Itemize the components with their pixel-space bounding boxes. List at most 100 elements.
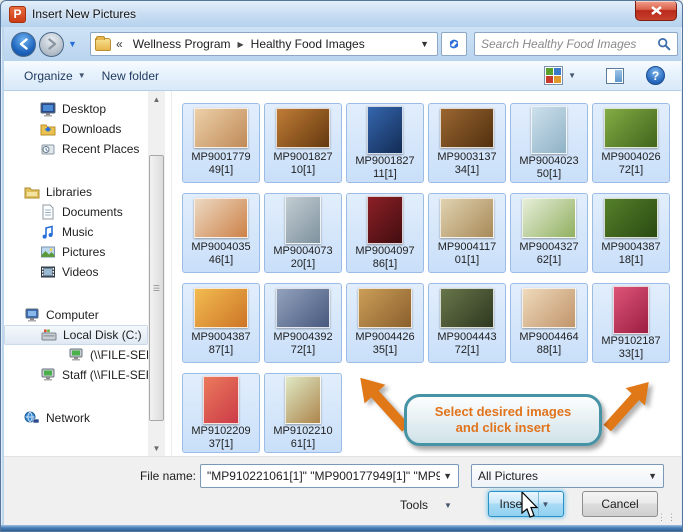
callout-line1: Select desired images bbox=[435, 404, 572, 420]
computer-icon bbox=[24, 307, 40, 323]
scroll-up-icon[interactable]: ▲ bbox=[148, 91, 165, 107]
search-icon[interactable] bbox=[657, 37, 671, 51]
sidebar-item-label: Downloads bbox=[62, 122, 121, 136]
file-tile[interactable]: MP910220937[1] bbox=[182, 373, 260, 453]
file-name-line1: MP9004327 bbox=[519, 241, 578, 254]
scrollbar-thumb[interactable]: ☰ bbox=[149, 155, 164, 421]
sidebar-item-pictures[interactable]: Pictures bbox=[4, 242, 148, 262]
command-toolbar: Organize ▼ New folder ▼ ? bbox=[4, 61, 681, 91]
sidebar-item-libraries[interactable]: Libraries bbox=[4, 182, 148, 202]
file-tile[interactable]: MP900446488[1] bbox=[510, 283, 588, 363]
sidebar-item-music[interactable]: Music bbox=[4, 222, 148, 242]
file-thumbnail bbox=[367, 196, 403, 244]
file-type-value: All Pictures bbox=[478, 469, 645, 483]
mouse-cursor-icon bbox=[521, 492, 543, 520]
sidebar-item-desktop[interactable]: Desktop bbox=[4, 99, 148, 119]
chevron-down-icon[interactable]: ▼ bbox=[645, 471, 660, 481]
desktop-icon bbox=[40, 101, 56, 117]
back-button[interactable] bbox=[11, 32, 36, 57]
file-name-line1: MP9003137 bbox=[437, 151, 496, 164]
forward-button[interactable] bbox=[39, 32, 64, 57]
breadcrumb-root-chevron[interactable]: « bbox=[116, 37, 123, 51]
file-tile[interactable]: MP910218733[1] bbox=[592, 283, 670, 363]
file-tile[interactable]: MP900182711[1] bbox=[346, 103, 424, 183]
refresh-icon bbox=[447, 37, 461, 51]
breadcrumb[interactable]: « Wellness Program▶Healthy Food Images ▼ bbox=[90, 32, 438, 56]
breadcrumb-segment[interactable]: Healthy Food Images bbox=[247, 35, 369, 53]
close-button[interactable] bbox=[635, 1, 677, 21]
file-tile[interactable]: MP900439272[1] bbox=[264, 283, 342, 363]
file-tile[interactable]: MP900177949[1] bbox=[182, 103, 260, 183]
file-name-line2: 18[1] bbox=[619, 254, 643, 267]
sidebar-scrollbar[interactable]: ▲ ☰ ▼ bbox=[148, 91, 165, 456]
file-tile[interactable]: MP900438718[1] bbox=[592, 193, 670, 273]
file-tile[interactable]: MP900432762[1] bbox=[510, 193, 588, 273]
file-name-line2: 37[1] bbox=[209, 438, 233, 451]
file-tile[interactable]: MP900403546[1] bbox=[182, 193, 260, 273]
file-tile[interactable]: MP900182710[1] bbox=[264, 103, 342, 183]
search-input[interactable] bbox=[481, 37, 657, 51]
file-name-line1: MP9102187 bbox=[601, 335, 660, 348]
breadcrumb-dropdown-icon[interactable]: ▼ bbox=[416, 39, 433, 49]
file-name-combobox[interactable]: "MP910221061[1]" "MP900177949[1]" "MP900… bbox=[200, 464, 459, 488]
sidebar-item-videos[interactable]: Videos bbox=[4, 262, 148, 282]
file-tile[interactable]: MP900411701[1] bbox=[428, 193, 506, 273]
new-folder-button[interactable]: New folder bbox=[94, 65, 167, 87]
file-tile[interactable]: MP900444372[1] bbox=[428, 283, 506, 363]
file-tile[interactable]: MP910221061[1] bbox=[264, 373, 342, 453]
file-thumbnail bbox=[522, 198, 576, 238]
cancel-button[interactable]: Cancel bbox=[582, 491, 658, 517]
resize-grip[interactable]: ⋮⋮ bbox=[657, 512, 677, 523]
search-box bbox=[474, 32, 678, 56]
file-name-line1: MP9004464 bbox=[519, 331, 578, 344]
sidebar-item-downloads[interactable]: Downloads bbox=[4, 119, 148, 139]
tools-button[interactable]: Tools ▼ bbox=[392, 493, 460, 517]
recent-places-icon bbox=[40, 141, 56, 157]
videos-icon bbox=[40, 264, 56, 280]
breadcrumb-segment[interactable]: Wellness Program bbox=[129, 35, 235, 53]
title-bar[interactable]: P Insert New Pictures bbox=[1, 1, 682, 27]
file-tile[interactable]: MP900313734[1] bbox=[428, 103, 506, 183]
instruction-callout: Select desired images and click insert bbox=[404, 394, 602, 446]
recent-locations-chevron-icon[interactable]: ▼ bbox=[68, 39, 77, 49]
file-name-line2: 72[1] bbox=[455, 344, 479, 357]
file-type-combobox[interactable]: All Pictures ▼ bbox=[471, 464, 664, 488]
breadcrumb-separator-icon: ▶ bbox=[235, 40, 247, 49]
sidebar-item-network[interactable]: Network bbox=[4, 408, 148, 428]
file-tile[interactable]: MP900402672[1] bbox=[592, 103, 670, 183]
file-name-line2: 46[1] bbox=[209, 254, 233, 267]
preview-pane-button[interactable] bbox=[598, 64, 632, 88]
sidebar-item-recent-places[interactable]: Recent Places bbox=[4, 139, 148, 159]
file-thumbnail bbox=[522, 288, 576, 328]
sidebar-item-label: Local Disk (C:) bbox=[63, 328, 142, 342]
window-bottom-border bbox=[1, 525, 683, 532]
refresh-button[interactable] bbox=[441, 32, 467, 56]
documents-icon bbox=[40, 204, 56, 220]
sidebar-item-label: Recent Places bbox=[62, 142, 139, 156]
dialog-footer: File name: "MP910221061[1]" "MP900177949… bbox=[4, 456, 681, 525]
help-button[interactable]: ? bbox=[646, 66, 665, 85]
file-tile[interactable]: MP900407320[1] bbox=[264, 193, 342, 273]
file-tile[interactable]: MP900442635[1] bbox=[346, 283, 424, 363]
change-view-button[interactable]: ▼ bbox=[536, 62, 584, 89]
question-mark-icon: ? bbox=[652, 69, 659, 83]
file-name-line2: 61[1] bbox=[291, 438, 315, 451]
organize-button[interactable]: Organize ▼ bbox=[16, 65, 94, 87]
file-name-line2: 10[1] bbox=[291, 164, 315, 177]
sidebar-item-documents[interactable]: Documents bbox=[4, 202, 148, 222]
file-tile[interactable]: MP900438787[1] bbox=[182, 283, 260, 363]
file-name-line2: 34[1] bbox=[455, 164, 479, 177]
scroll-down-icon[interactable]: ▼ bbox=[148, 440, 165, 456]
sidebar-item-label: Network bbox=[46, 411, 90, 425]
chevron-down-icon[interactable]: ▼ bbox=[440, 471, 455, 481]
file-name-line2: 20[1] bbox=[291, 258, 315, 271]
sidebar-item-file-serv[interactable]: (\\FILE-SERV bbox=[4, 345, 148, 365]
file-tile[interactable]: MP900402350[1] bbox=[510, 103, 588, 183]
sidebar-item-staff-file-serv[interactable]: Staff (\\FILE-SERV bbox=[4, 365, 148, 385]
sidebar-item-computer[interactable]: Computer bbox=[4, 305, 148, 325]
file-tile[interactable]: MP900409786[1] bbox=[346, 193, 424, 273]
file-name-line2: 50[1] bbox=[537, 168, 561, 181]
file-name-line2: 01[1] bbox=[455, 254, 479, 267]
window-title: Insert New Pictures bbox=[32, 7, 136, 21]
sidebar-item-local-disk-c[interactable]: Local Disk (C:) bbox=[4, 325, 148, 345]
